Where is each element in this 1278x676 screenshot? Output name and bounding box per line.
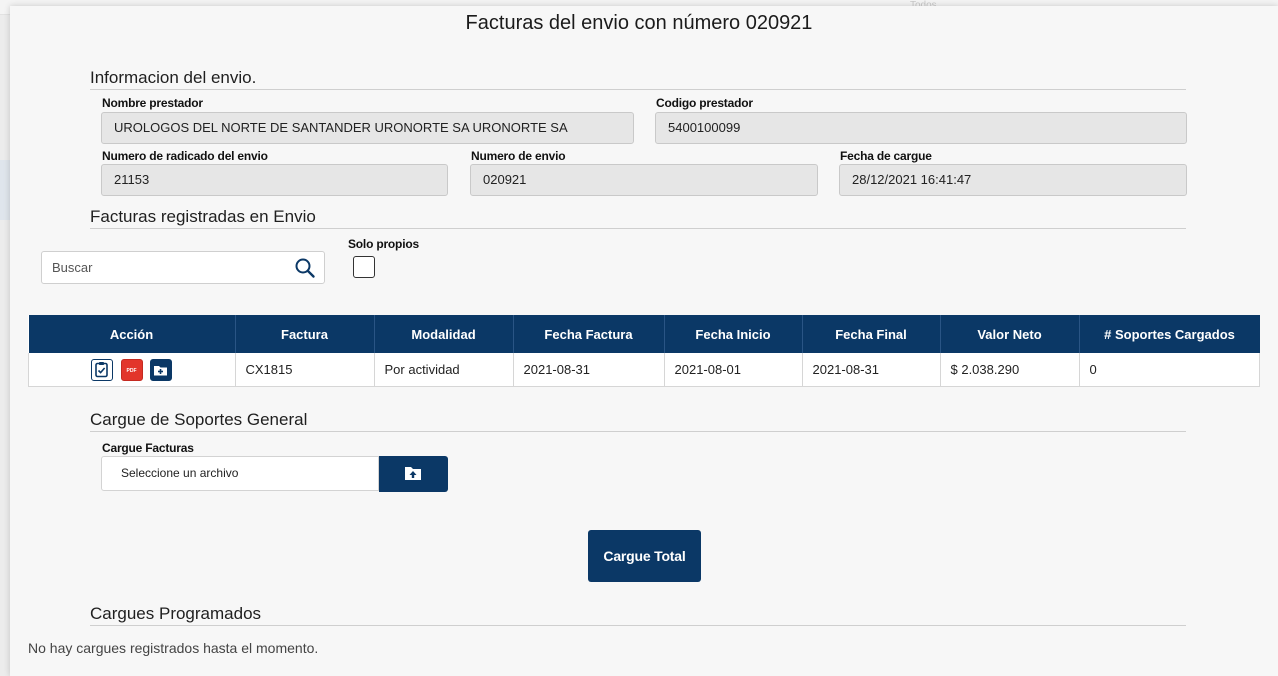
codigo-prestador-label: Codigo prestador xyxy=(656,96,753,110)
folder-upload-icon xyxy=(404,465,422,486)
table-row: PDF CX1815 Por actividad 2021-08-31 2021… xyxy=(28,353,1260,387)
table-header-row: Acción Factura Modalidad Fecha Factura F… xyxy=(28,315,1260,353)
factura-cell: CX1815 xyxy=(235,353,375,387)
fecha-cargue-field: 28/12/2021 16:41:47 xyxy=(839,164,1187,196)
soportes-cell: 0 xyxy=(1079,353,1260,387)
pdf-file-icon[interactable]: PDF xyxy=(120,358,143,381)
modal-title: Facturas del envio con número 020921 xyxy=(465,12,813,34)
info-section-divider xyxy=(90,89,1186,90)
numero-envio-label: Numero de envio xyxy=(471,149,566,163)
valor-neto-cell: $ 2.038.290 xyxy=(940,353,1080,387)
column-header[interactable]: Factura xyxy=(235,315,375,353)
programados-section-divider xyxy=(90,625,1186,626)
cargue-total-button[interactable]: Cargue Total xyxy=(588,530,701,582)
search-box xyxy=(41,251,325,284)
solo-propios-checkbox[interactable] xyxy=(353,256,375,278)
search-icon[interactable] xyxy=(294,257,316,279)
column-header[interactable]: Acción xyxy=(28,315,236,353)
facturas-section-title: Facturas registradas en Envio xyxy=(90,207,316,226)
radicado-label: Numero de radicado del envio xyxy=(102,149,268,163)
actions-cell: PDF xyxy=(28,353,236,387)
invoices-table: Acción Factura Modalidad Fecha Factura F… xyxy=(28,315,1260,387)
info-section-title: Informacion del envio. xyxy=(90,68,257,87)
fecha-final-cell: 2021-08-31 xyxy=(802,353,941,387)
cargue-facturas-label: Cargue Facturas xyxy=(102,441,194,455)
upload-button[interactable] xyxy=(379,456,448,492)
svg-text:PDF: PDF xyxy=(126,368,136,374)
column-header[interactable]: # Soportes Cargados xyxy=(1079,315,1260,353)
soportes-section-title: Cargue de Soportes General xyxy=(90,410,308,429)
facturas-section-divider xyxy=(90,228,1186,229)
radicado-field: 21153 xyxy=(101,164,448,196)
soportes-section-divider xyxy=(90,431,1186,432)
clipboard-check-icon[interactable] xyxy=(91,358,114,381)
file-input[interactable]: Seleccione un archivo xyxy=(101,456,379,491)
modalidad-cell: Por actividad xyxy=(374,353,514,387)
solo-propios-label: Solo propios xyxy=(348,237,419,251)
nombre-prestador-label: Nombre prestador xyxy=(102,96,203,110)
column-header[interactable]: Fecha Final xyxy=(802,315,941,353)
numero-envio-field: 020921 xyxy=(470,164,818,196)
fecha-inicio-cell: 2021-08-01 xyxy=(664,353,803,387)
codigo-prestador-field: 5400100099 xyxy=(655,112,1187,144)
background-page-edge xyxy=(0,160,10,220)
programados-section-title: Cargues Programados xyxy=(90,604,262,623)
column-header[interactable]: Modalidad xyxy=(374,315,514,353)
empty-message: No hay cargues registrados hasta el mome… xyxy=(28,640,319,656)
fecha-factura-cell: 2021-08-31 xyxy=(513,353,665,387)
column-header[interactable]: Valor Neto xyxy=(940,315,1080,353)
nombre-prestador-field: UROLOGOS DEL NORTE DE SANTANDER URONORTE… xyxy=(101,112,634,144)
column-header[interactable]: Fecha Factura xyxy=(513,315,665,353)
search-input[interactable] xyxy=(42,252,302,283)
add-folder-icon[interactable] xyxy=(150,358,173,381)
fecha-cargue-label: Fecha de cargue xyxy=(840,149,932,163)
column-header[interactable]: Fecha Inicio xyxy=(664,315,803,353)
